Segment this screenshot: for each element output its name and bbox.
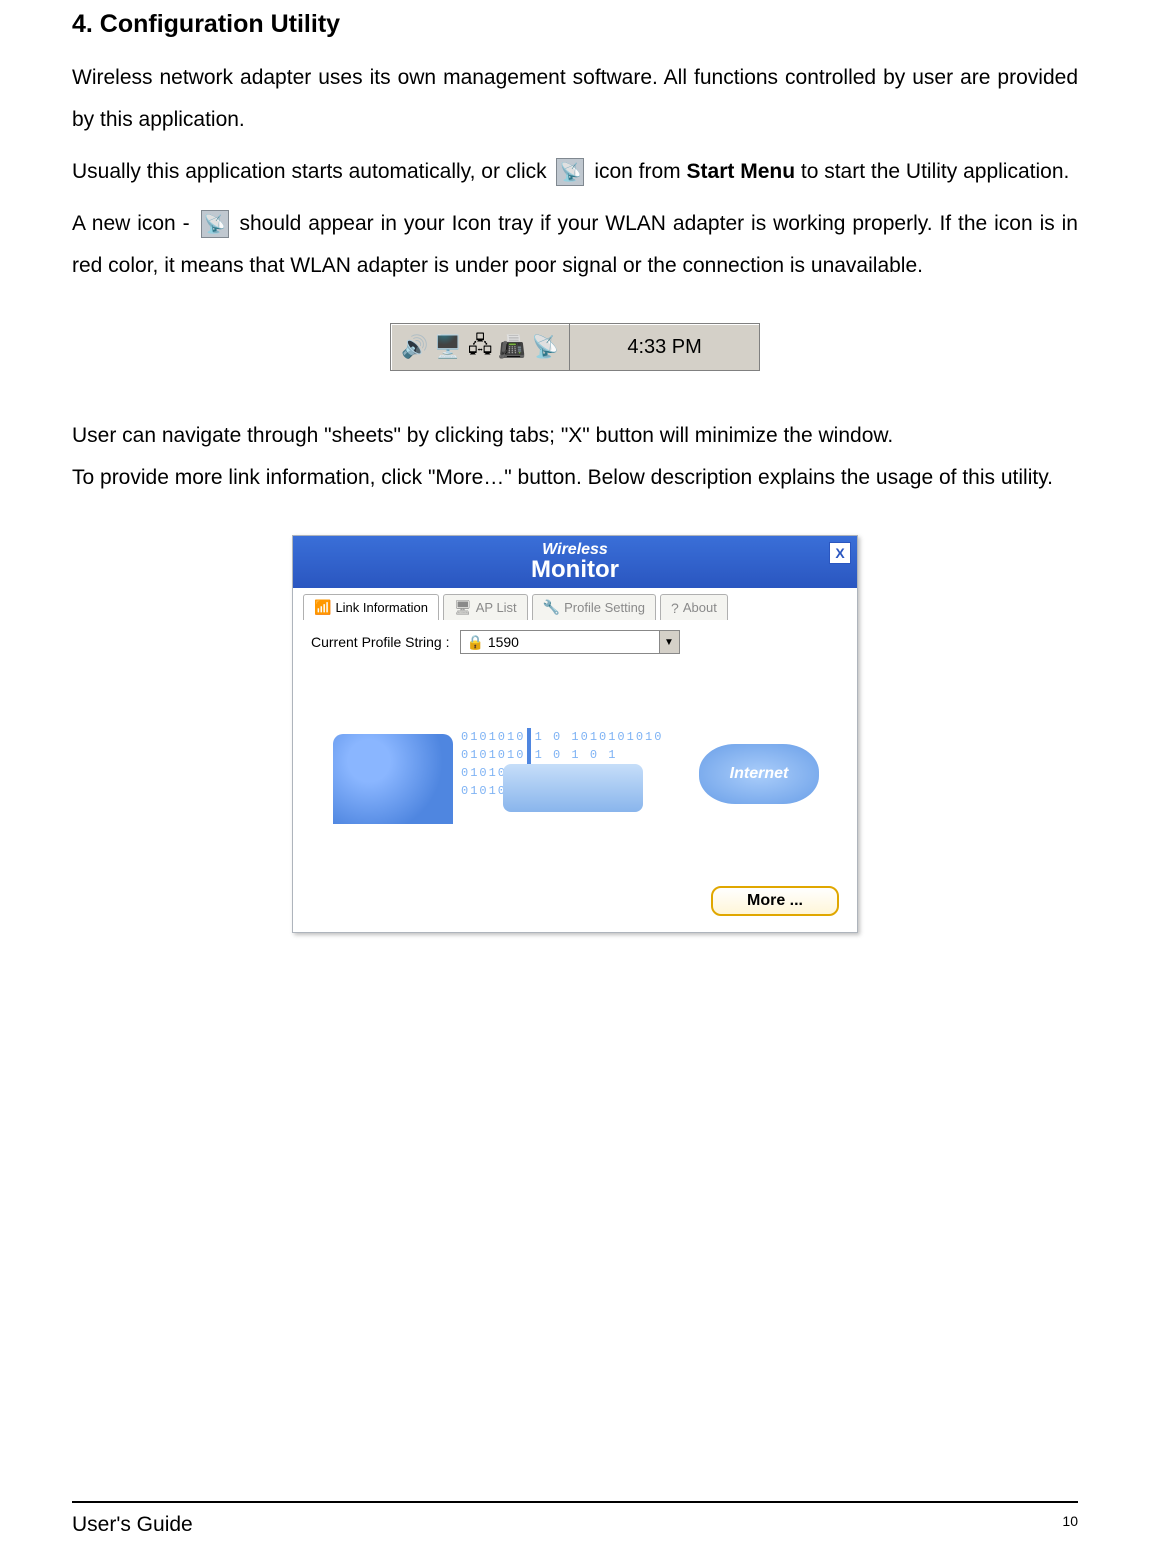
text-frag: to start the Utility application. (801, 160, 1069, 183)
chevron-down-icon: ▼ (659, 631, 679, 653)
titlebar: Wireless Monitor X (293, 536, 857, 588)
system-tray-figure: 🔊 🖥️ 🖧 📠 📡 4:33 PM (390, 323, 760, 371)
paragraph-start-menu: Usually this application starts automati… (72, 151, 1078, 193)
help-icon: ? (671, 600, 679, 616)
utility-launcher-icon (556, 158, 584, 186)
paragraph-tabs: User can navigate through "sheets" by cl… (72, 415, 1078, 457)
text-frag: icon from (594, 160, 686, 183)
more-row: More ... (293, 880, 857, 932)
footer-label: User's Guide (72, 1513, 193, 1537)
tab-profile-setting[interactable]: 🔧 Profile Setting (532, 594, 656, 620)
router-icon (503, 764, 643, 812)
close-button[interactable]: X (829, 542, 851, 564)
paragraph-tray-icon: A new icon - should appear in your Icon … (72, 203, 1078, 287)
app-title: Wireless Monitor (531, 542, 619, 582)
tab-label: Link Information (335, 600, 428, 615)
ap-icon: 🖥 (454, 599, 472, 616)
tray-icons-group: 🔊 🖥️ 🖧 📠 📡 (391, 324, 570, 370)
tray-indicator-icon (201, 210, 229, 238)
tab-link-information[interactable]: 📶 Link Information (303, 594, 439, 620)
page-number: 10 (1062, 1513, 1078, 1537)
text-frag: A new icon - (72, 212, 197, 235)
paragraph-intro: Wireless network adapter uses its own ma… (72, 57, 1078, 141)
text-frag: Usually this application starts automati… (72, 160, 552, 183)
more-button[interactable]: More ... (711, 886, 839, 916)
section-heading: 4. Configuration Utility (72, 10, 1078, 39)
profile-row: Current Profile String : 🔒 1590 ▼ (293, 620, 857, 664)
paragraph-more: To provide more link information, click … (72, 457, 1078, 499)
tab-ap-list[interactable]: 🖥 AP List (443, 594, 528, 620)
network-icon: 🖧 (468, 328, 493, 366)
link-diagram: 0101010 1 0 1010101010 0101010 1 0 1 0 1… (293, 664, 857, 880)
profile-label: Current Profile String : (311, 634, 450, 650)
profile-value: 🔒 1590 (467, 634, 519, 651)
tab-label: About (683, 600, 717, 615)
modem-icon: 📠 (498, 334, 525, 360)
wireless-monitor-window: Wireless Monitor X 📶 Link Information 🖥 … (292, 535, 858, 933)
tab-label: Profile Setting (564, 600, 645, 615)
tab-about[interactable]: ? About (660, 594, 728, 620)
wrench-icon: 🔧 (543, 599, 560, 616)
signal-icon: 📶 (314, 599, 331, 616)
page-footer: User's Guide 10 (72, 1501, 1078, 1537)
volume-icon: 🔊 (401, 334, 428, 360)
footer-rule (72, 1501, 1078, 1503)
internet-cloud-icon: Internet (699, 744, 819, 804)
title-big: Monitor (531, 558, 619, 582)
tab-label: AP List (476, 600, 517, 615)
start-menu-label: Start Menu (687, 160, 796, 183)
laptop-icon (333, 734, 453, 824)
tab-row: 📶 Link Information 🖥 AP List 🔧 Profile S… (293, 588, 857, 620)
wlan-tray-icon: 📡 (532, 334, 559, 360)
display-icon: 🖥️ (434, 334, 461, 360)
tray-clock: 4:33 PM (570, 336, 759, 359)
profile-select[interactable]: 🔒 1590 ▼ (460, 630, 680, 654)
